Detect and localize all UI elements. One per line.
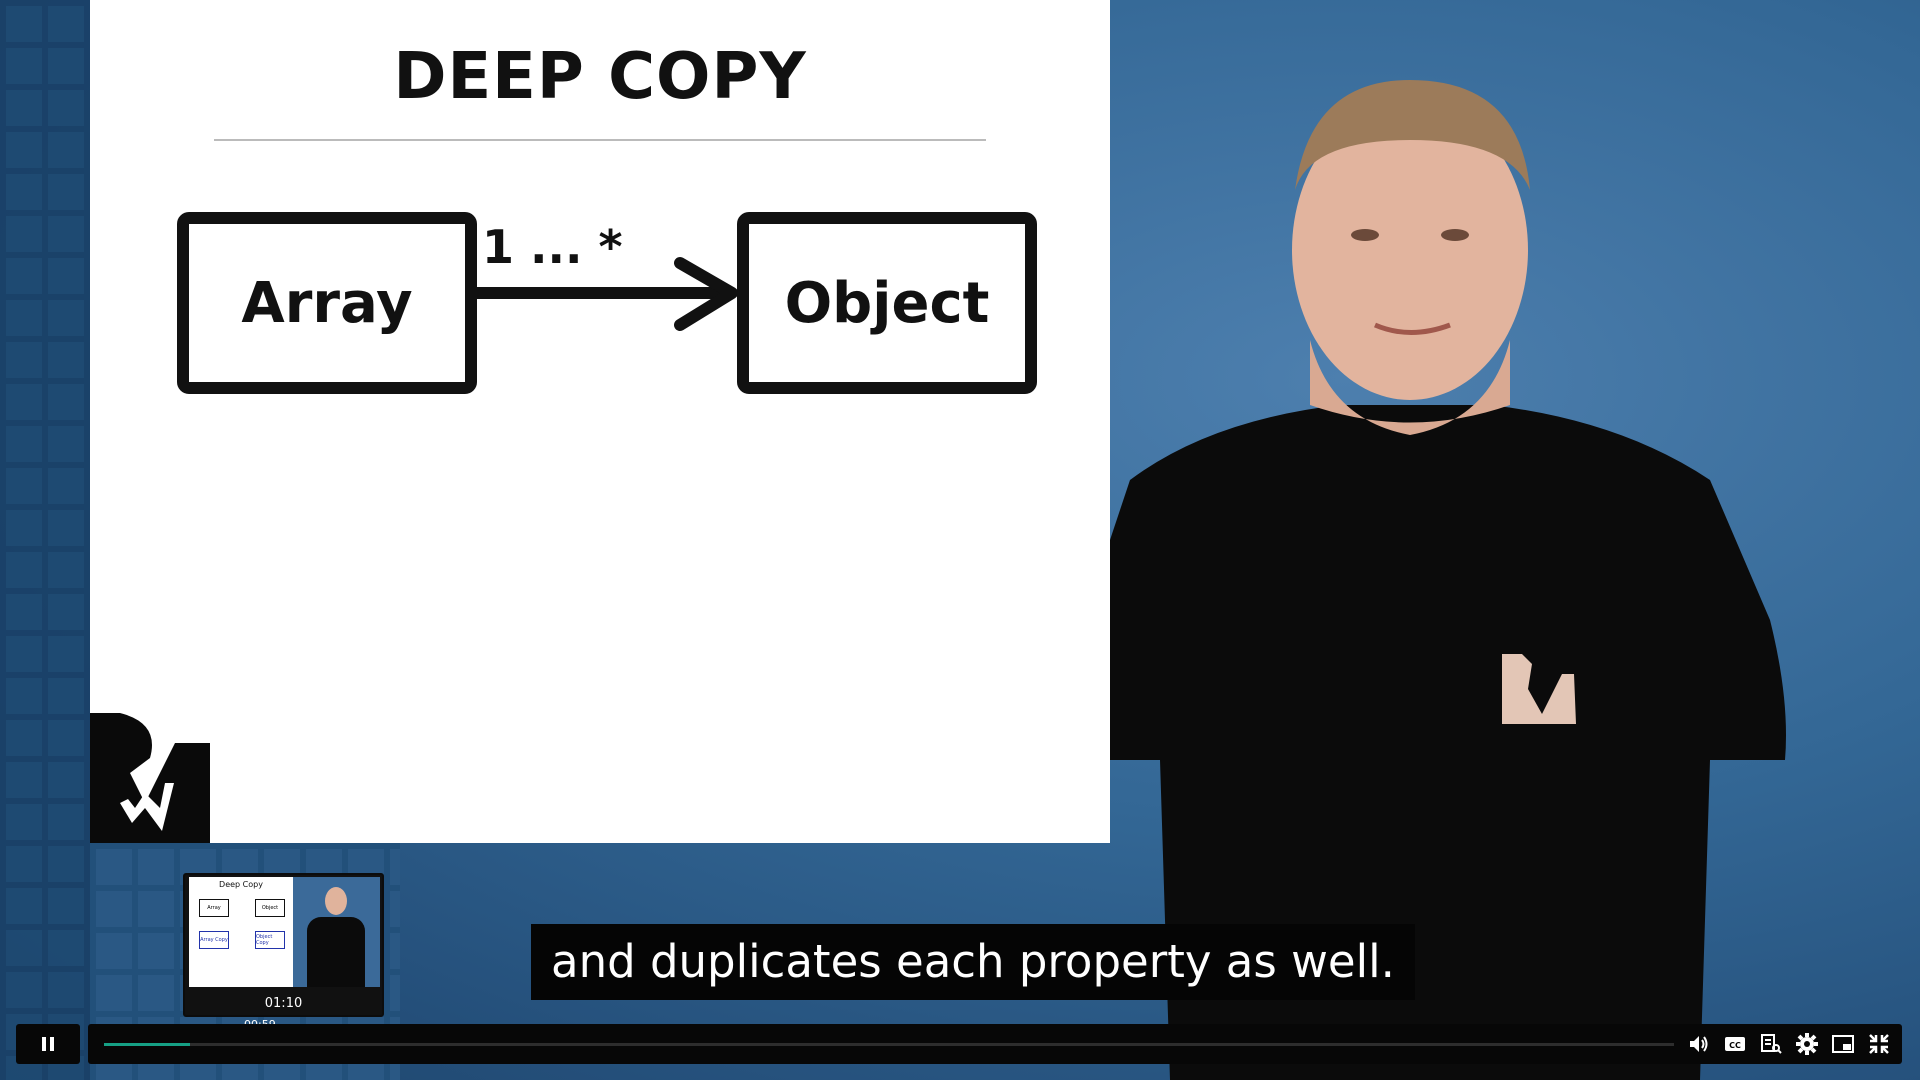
preview-array-copy-box: Array Copy bbox=[199, 931, 229, 949]
preview-timestamp: 01:10 bbox=[264, 996, 303, 1011]
settings-icon[interactable] bbox=[1794, 1031, 1820, 1057]
object-box-label: Object bbox=[784, 270, 990, 336]
array-box: Array bbox=[177, 212, 477, 394]
pause-icon bbox=[42, 1037, 46, 1051]
background-pattern bbox=[0, 0, 90, 1080]
title-divider bbox=[214, 139, 986, 141]
rw-logo bbox=[90, 713, 210, 843]
right-controls: CC bbox=[1686, 1024, 1892, 1064]
control-bar: CC bbox=[88, 1024, 1902, 1064]
preview-object-box: Object bbox=[255, 899, 285, 917]
progress-track[interactable] bbox=[104, 1043, 1674, 1046]
slide-title: DEEP COPY bbox=[393, 40, 807, 114]
svg-text:CC: CC bbox=[1729, 1041, 1741, 1050]
volume-icon[interactable] bbox=[1686, 1031, 1712, 1057]
subtitle-caption: and duplicates each property as well. bbox=[531, 924, 1415, 1000]
object-box: Object bbox=[737, 212, 1037, 394]
preview-presenter bbox=[293, 877, 380, 987]
preview-object-copy-box: Object Copy bbox=[255, 931, 285, 949]
presentation-slide: DEEP COPY Array Object 1 ... * bbox=[90, 0, 1110, 843]
preview-slide: Deep Copy Array Object Array Copy Object… bbox=[189, 877, 293, 987]
player-controls: CC bbox=[0, 1023, 1920, 1067]
preview-array-box: Array bbox=[199, 899, 229, 917]
pause-button[interactable] bbox=[16, 1024, 80, 1064]
association-arrow bbox=[470, 257, 738, 331]
exit-fullscreen-icon[interactable] bbox=[1866, 1031, 1892, 1057]
closed-captions-icon[interactable]: CC bbox=[1722, 1031, 1748, 1057]
transcript-icon[interactable] bbox=[1758, 1031, 1784, 1057]
video-player[interactable]: DEEP COPY Array Object 1 ... * Deep Copy… bbox=[0, 0, 1920, 1080]
progress-played bbox=[104, 1043, 191, 1046]
picture-in-picture-icon[interactable] bbox=[1830, 1031, 1856, 1057]
preview-title: Deep Copy bbox=[219, 880, 263, 889]
array-box-label: Array bbox=[241, 270, 413, 336]
seek-preview-thumbnail: Deep Copy Array Object Array Copy Object… bbox=[183, 873, 384, 1017]
